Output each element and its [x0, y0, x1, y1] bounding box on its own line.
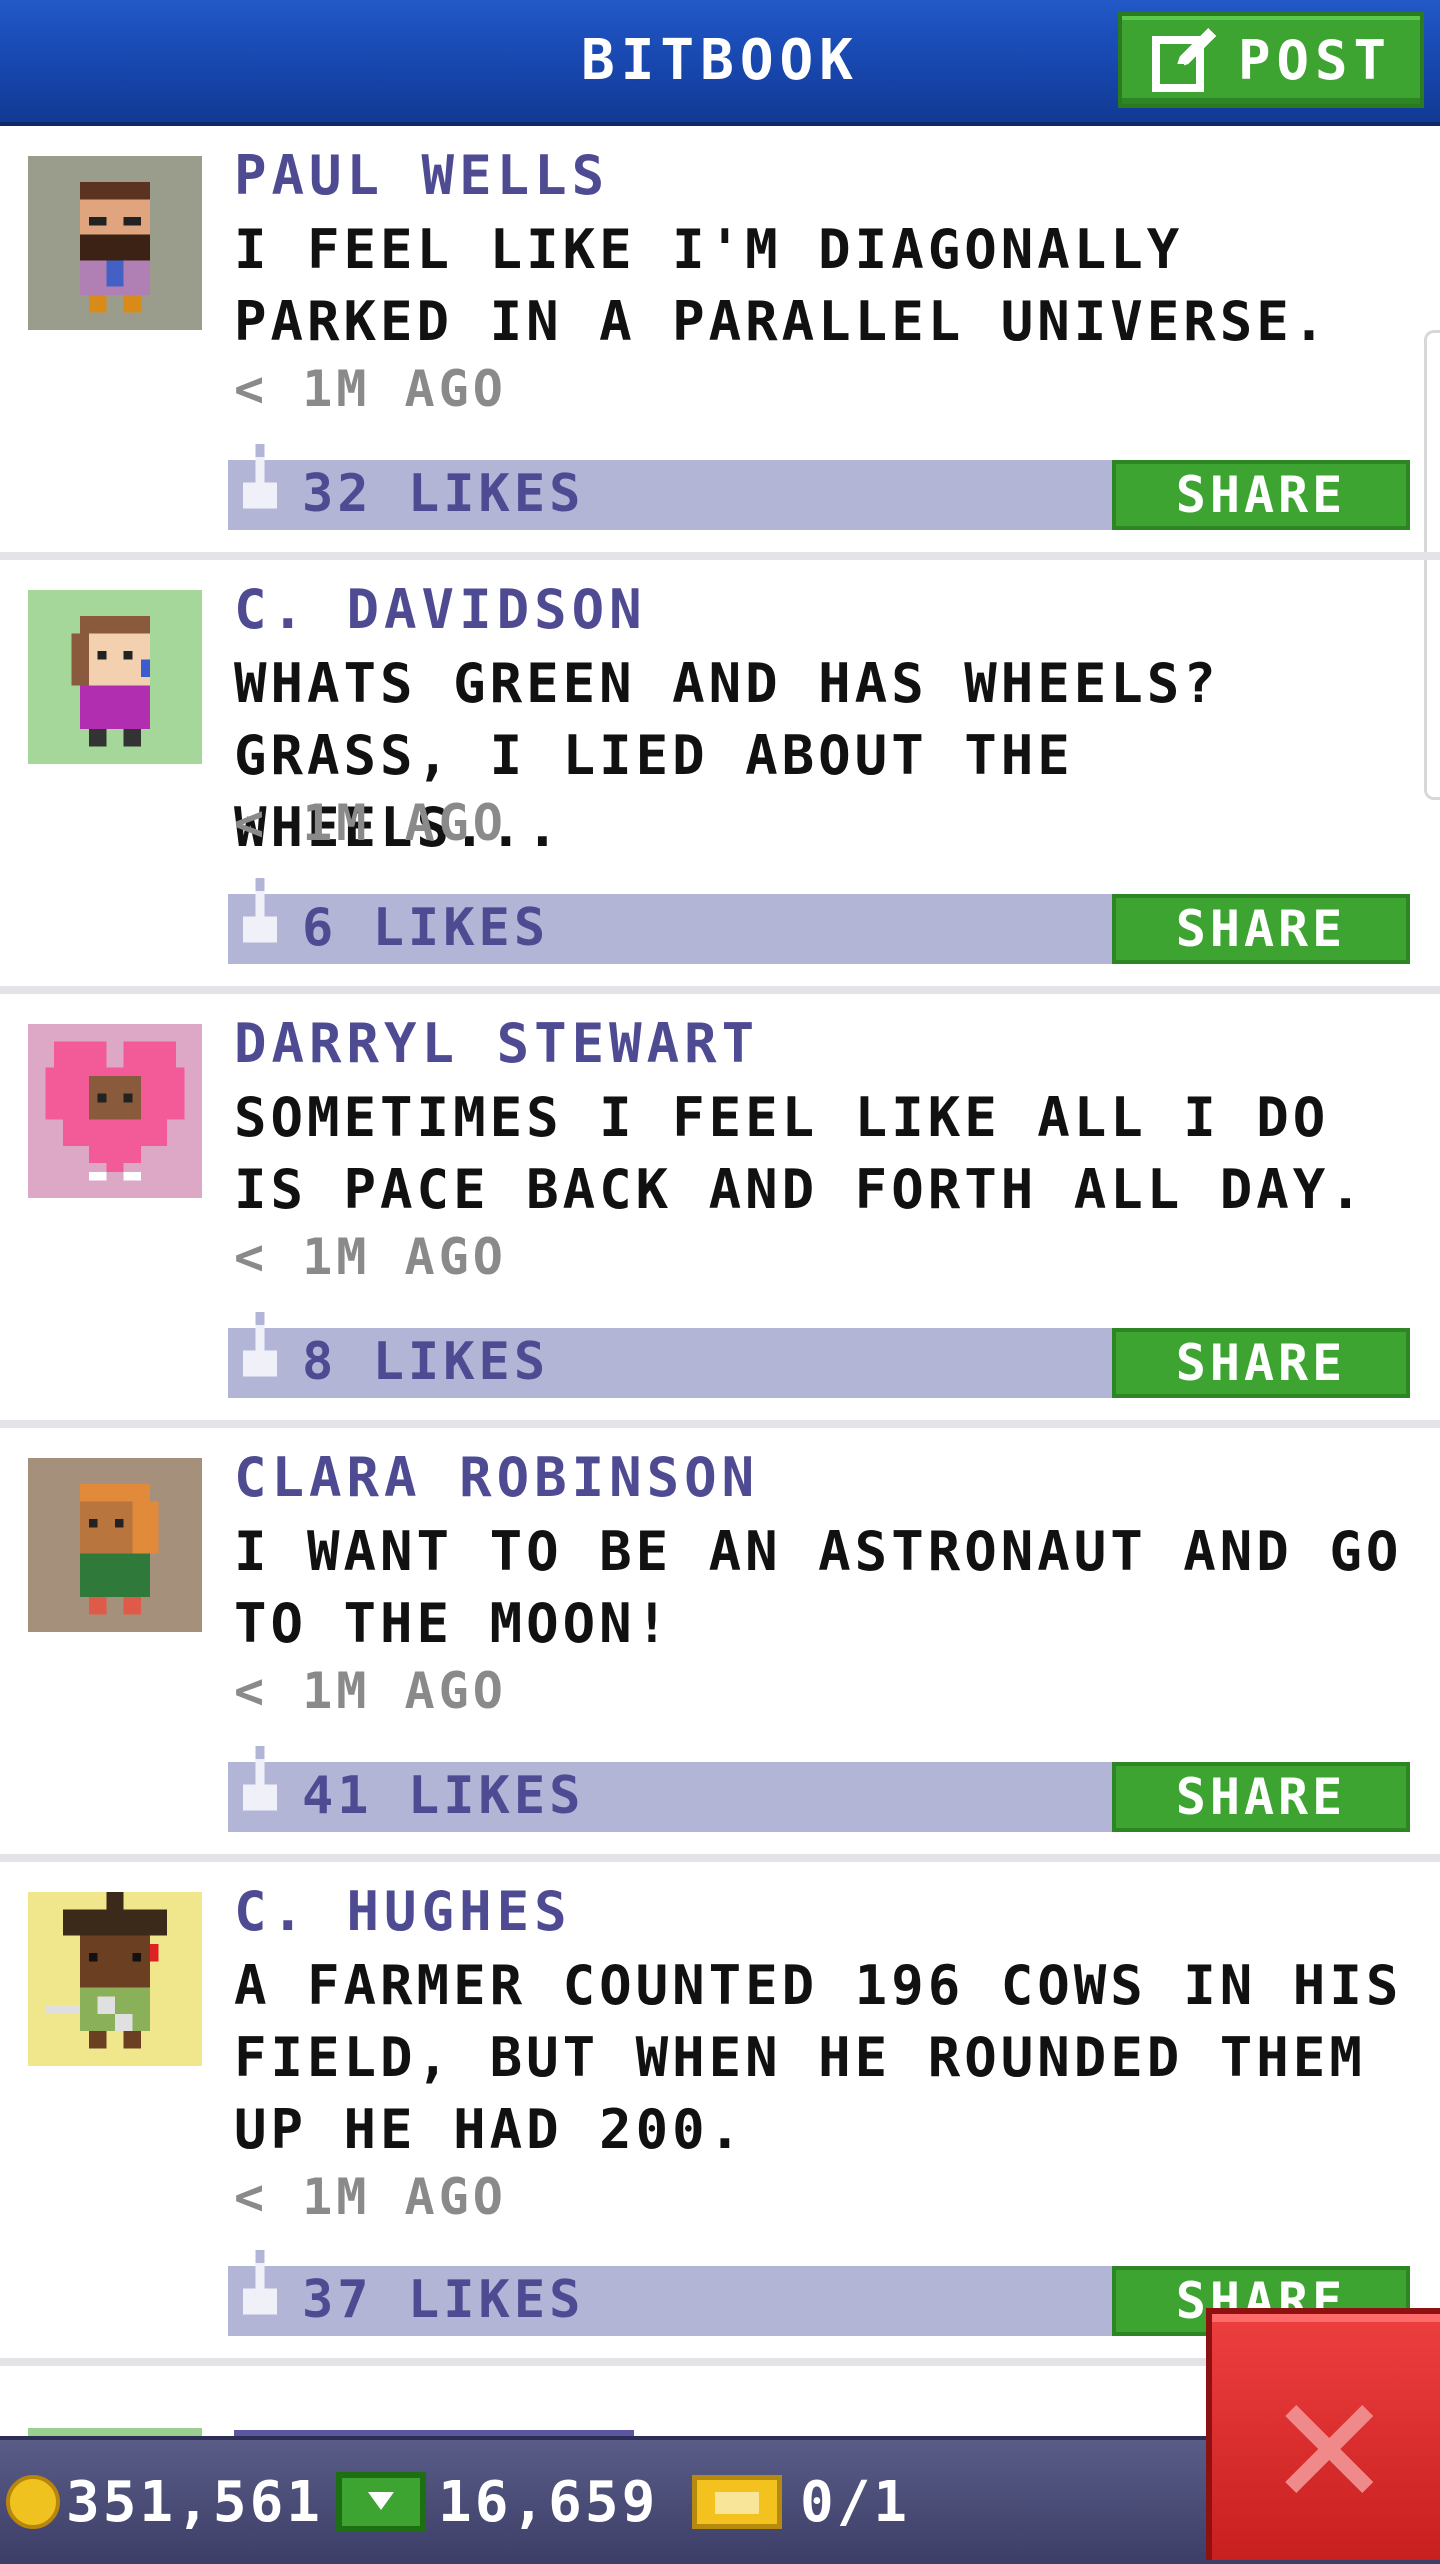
like-bar: 8 LIKES SHARE	[228, 1312, 1410, 1398]
feed-post: C. DAVIDSON WHATS GREEN AND HAS WHEELS? …	[0, 560, 1440, 994]
close-icon	[1285, 2405, 1373, 2493]
ticket-balance[interactable]: 0/1	[692, 2440, 910, 2564]
post-author[interactable]: C. HUGHES	[234, 1880, 572, 1943]
bux-icon	[336, 2472, 426, 2532]
avatar[interactable]	[28, 590, 202, 764]
post-author[interactable]: CLARA ROBINSON	[234, 1446, 759, 1509]
avatar-woman-purple-icon	[28, 590, 202, 764]
post-button-label: POST	[1238, 28, 1393, 92]
bux-count: 16,659	[438, 2469, 659, 2535]
post-text: I FEEL LIKE I'M DIAGONALLY PARKED IN A P…	[234, 218, 1330, 353]
thumbs-up-icon[interactable]	[238, 1746, 282, 1832]
top-bar: BITBOOK POST	[0, 0, 1440, 126]
share-button[interactable]: SHARE	[1112, 1762, 1410, 1832]
edit-icon	[1152, 28, 1216, 92]
post-time: < 1M AGO	[234, 2168, 507, 2226]
post-text: SOMETIMES I FEEL LIKE ALL I DO IS PACE B…	[234, 1086, 1366, 1221]
thumbs-up-icon[interactable]	[238, 878, 282, 964]
like-count: 6 LIKES	[302, 898, 550, 958]
post-text: I WANT TO BE AN ASTRONAUT AND GO TO THE …	[234, 1520, 1403, 1655]
coin-balance[interactable]: 351,561	[6, 2440, 323, 2564]
avatar[interactable]	[28, 1892, 202, 2066]
post-time: < 1M AGO	[234, 794, 507, 852]
feed-list: PAUL WELLS I FEEL LIKE I'M DIAGONALLY PA…	[0, 126, 1440, 2366]
feed-post: DARRYL STEWART SOMETIMES I FEEL LIKE ALL…	[0, 994, 1440, 1428]
share-button[interactable]: SHARE	[1112, 460, 1410, 530]
avatar[interactable]	[28, 156, 202, 330]
post-time: < 1M AGO	[234, 1228, 507, 1286]
post-text: A FARMER COUNTED 196 COWS IN HIS FIELD, …	[234, 1954, 1403, 2161]
feed-post: PAUL WELLS I FEEL LIKE I'M DIAGONALLY PA…	[0, 126, 1440, 560]
like-bar: 41 LIKES SHARE	[228, 1746, 1410, 1832]
like-count: 37 LIKES	[302, 2270, 585, 2330]
ticket-count: 0/1	[800, 2469, 911, 2535]
coin-count: 351,561	[66, 2469, 324, 2535]
feed-post: CLARA ROBINSON I WANT TO BE AN ASTRONAUT…	[0, 1428, 1440, 1862]
post-author[interactable]: DARRYL STEWART	[234, 1012, 759, 1075]
close-button[interactable]	[1206, 2308, 1440, 2560]
like-bar: 6 LIKES SHARE	[228, 878, 1410, 964]
post-author[interactable]: C. DAVIDSON	[234, 578, 647, 641]
avatar-bearded-man-icon	[28, 156, 202, 330]
post-author[interactable]: PAUL WELLS	[234, 144, 609, 207]
coin-icon	[6, 2475, 60, 2529]
like-count: 41 LIKES	[302, 1766, 585, 1826]
avatar[interactable]	[28, 1024, 202, 1198]
bux-balance[interactable]: 16,659	[336, 2440, 658, 2564]
avatar[interactable]	[28, 1458, 202, 1632]
thumbs-up-icon[interactable]	[238, 2250, 282, 2336]
ticket-icon	[692, 2475, 782, 2529]
share-button[interactable]: SHARE	[1112, 894, 1410, 964]
avatar-woman-green-icon	[28, 1458, 202, 1632]
avatar-heart-costume-icon	[28, 1024, 202, 1198]
avatar-man-beret-icon	[28, 1892, 202, 2066]
feed-post: C. HUGHES A FARMER COUNTED 196 COWS IN H…	[0, 1862, 1440, 2366]
thumbs-up-icon[interactable]	[238, 1312, 282, 1398]
like-count: 32 LIKES	[302, 464, 585, 524]
like-count: 8 LIKES	[302, 1332, 550, 1392]
post-button[interactable]: POST	[1118, 12, 1424, 108]
thumbs-up-icon[interactable]	[238, 444, 282, 530]
post-time: < 1M AGO	[234, 360, 507, 418]
share-button[interactable]: SHARE	[1112, 1328, 1410, 1398]
post-time: < 1M AGO	[234, 1662, 507, 1720]
like-bar: 32 LIKES SHARE	[228, 444, 1410, 530]
